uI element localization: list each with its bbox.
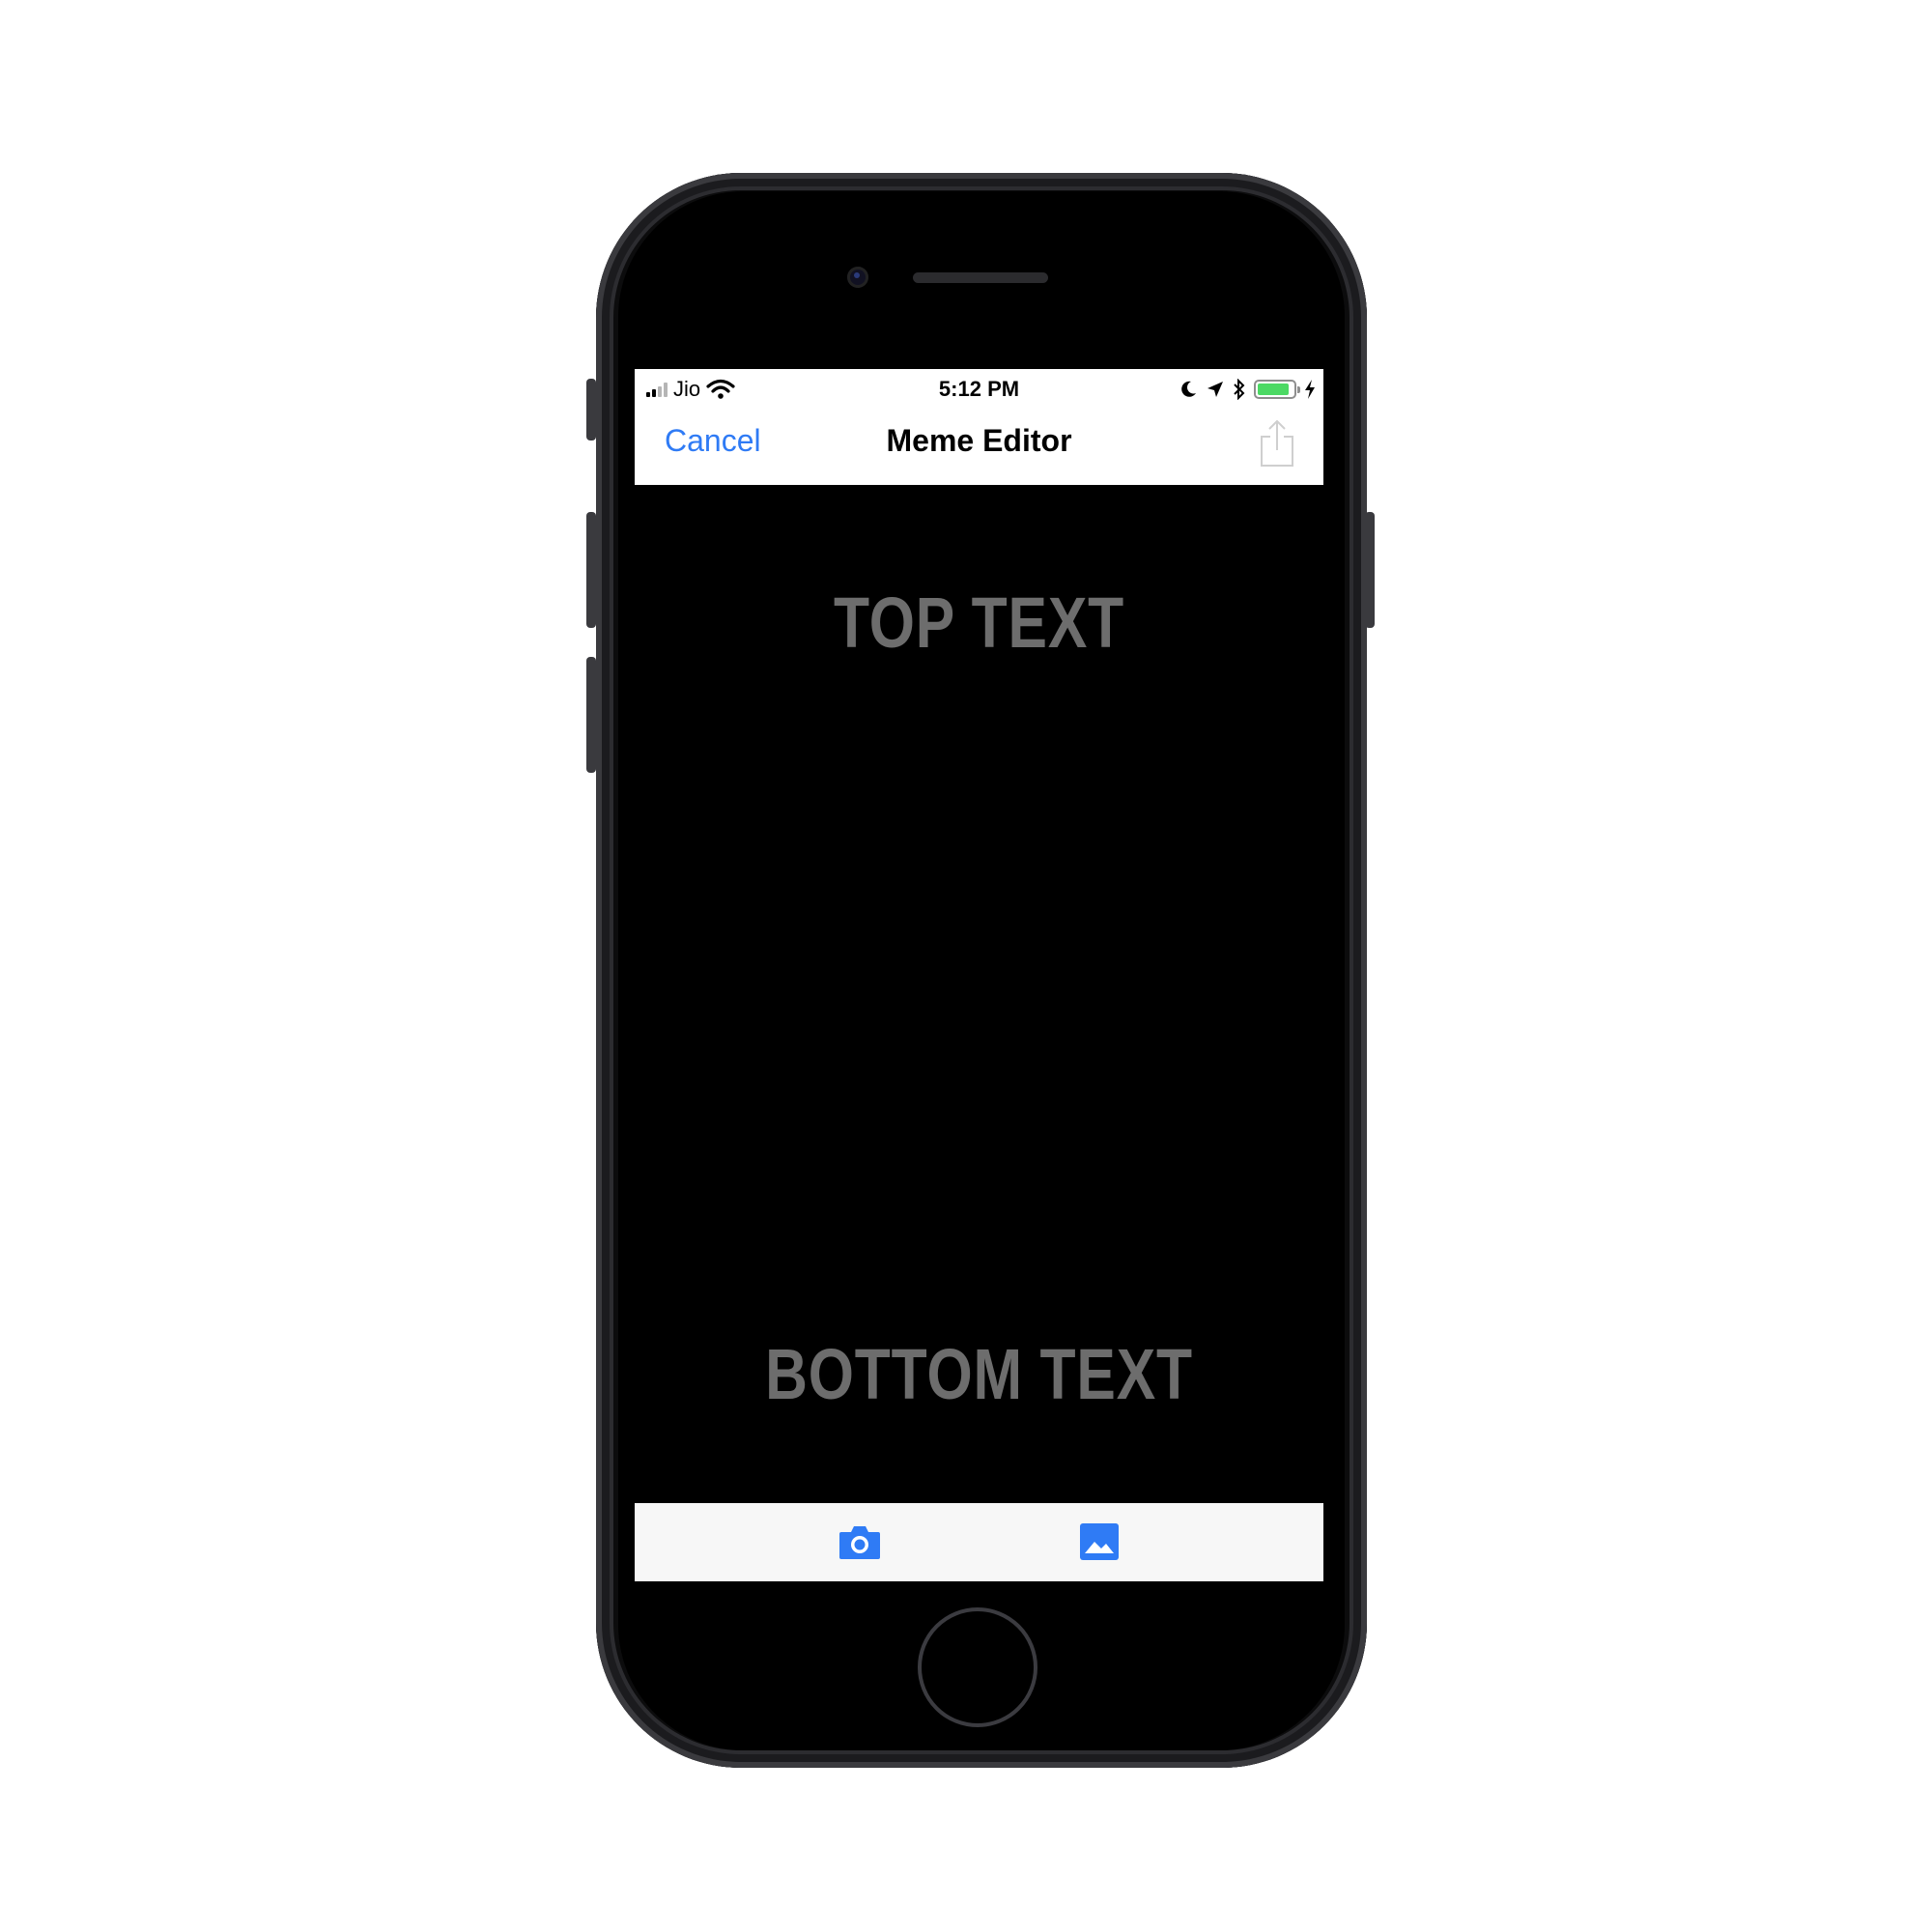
navigation-bar: Jio 5:12 PM Cancel Meme Editor: [635, 369, 1323, 485]
meme-top-text[interactable]: TOP TEXT: [696, 582, 1262, 664]
bottom-toolbar: [635, 1503, 1323, 1581]
location-arrow-icon: [1208, 382, 1223, 397]
status-bar-right: [1179, 375, 1316, 404]
battery-icon: [1254, 380, 1300, 399]
meme-bottom-text[interactable]: BOTTOM TEXT: [696, 1333, 1262, 1415]
app-display: Jio 5:12 PM Cancel Meme Editor TOP TEXT …: [635, 369, 1323, 1581]
moon-icon: [1181, 381, 1196, 397]
photo-library-icon[interactable]: [1077, 1520, 1122, 1563]
camera-icon[interactable]: [838, 1520, 882, 1563]
charging-bolt-icon: [1305, 380, 1315, 399]
share-icon[interactable]: [1258, 419, 1296, 468]
bluetooth-icon: [1234, 379, 1245, 400]
front-camera: [847, 267, 868, 288]
page-title: Meme Editor: [886, 423, 1072, 458]
volume-down-button: [586, 657, 596, 773]
earpiece-speaker: [913, 272, 1048, 283]
volume-up-button: [586, 512, 596, 628]
battery-level: [1258, 384, 1290, 395]
power-button: [1365, 512, 1375, 628]
home-button[interactable]: [918, 1607, 1037, 1727]
mute-switch: [586, 379, 596, 440]
